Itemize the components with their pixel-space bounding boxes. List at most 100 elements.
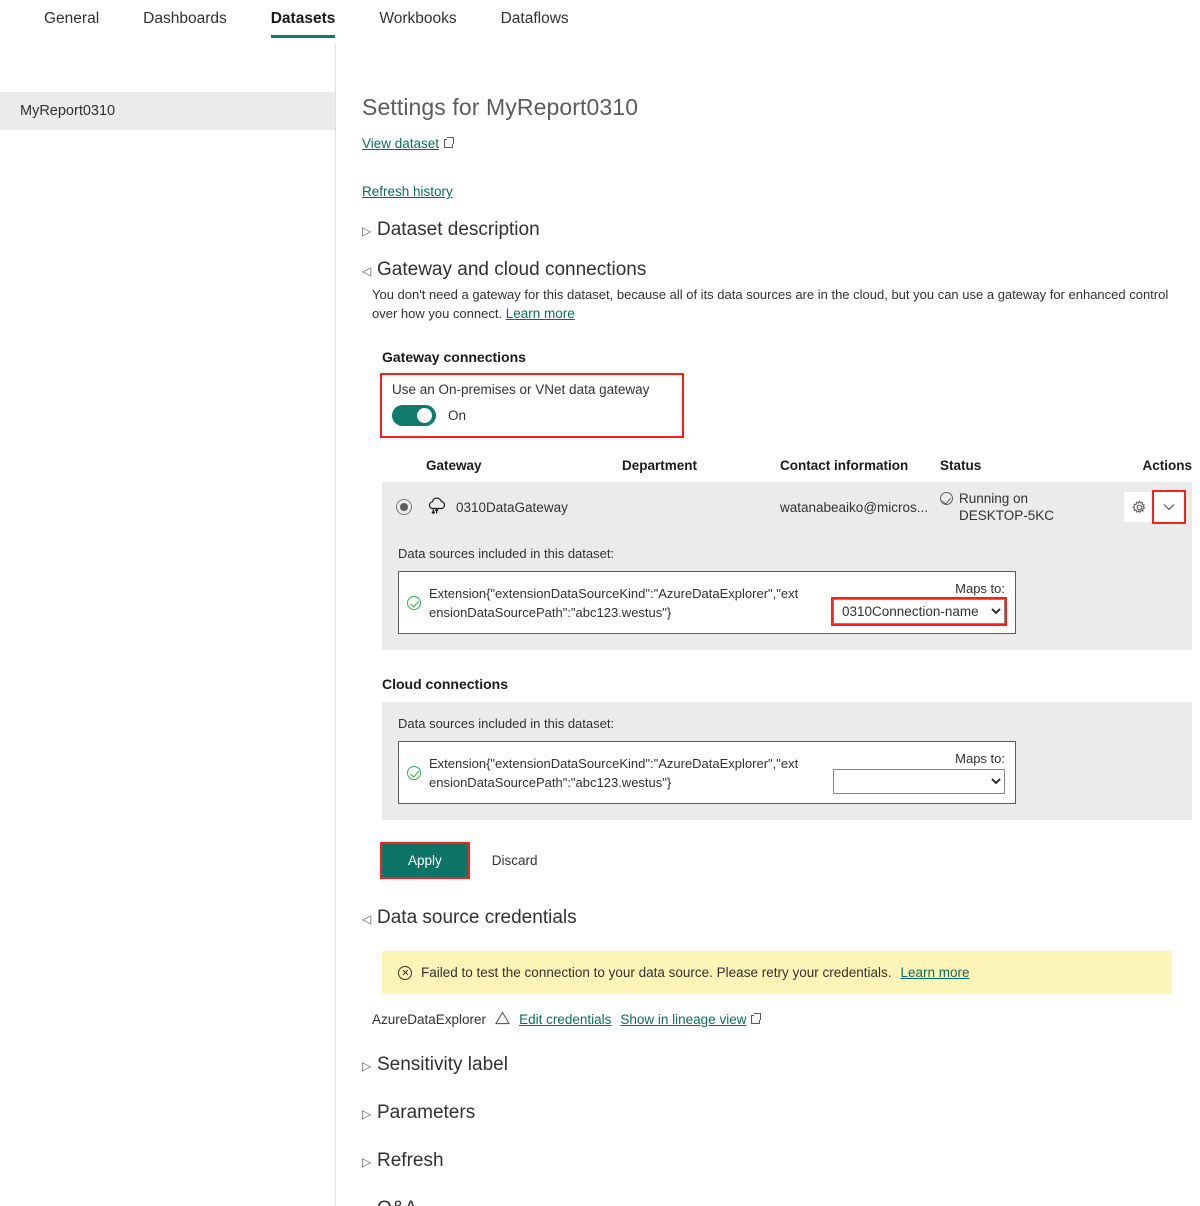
cloud-maps-to-group: Maps to:	[833, 751, 1005, 794]
section-parameters-label: Parameters	[377, 1102, 475, 1124]
section-dataset-description-label: Dataset description	[377, 219, 540, 241]
credentials-warning-text: Failed to test the connection to your da…	[421, 965, 892, 980]
section-data-source-credentials[interactable]: ◁ Data source credentials	[362, 907, 1192, 929]
section-sensitivity-label-text: Sensitivity label	[377, 1054, 508, 1076]
tab-datasets[interactable]: Datasets	[249, 0, 358, 30]
section-refresh-label: Refresh	[377, 1150, 444, 1172]
tab-dataflows-label: Dataflows	[501, 10, 569, 27]
collapsed-sections-list: ▷ Sensitivity label ▷ Parameters ▷ Refre…	[362, 1054, 1192, 1206]
chevron-right-icon: ▷	[362, 225, 374, 237]
action-button-row: Apply Discard	[382, 844, 1192, 877]
check-circle-green-icon	[407, 596, 421, 610]
settings-panel: Settings for MyReport0310 View dataset R…	[336, 44, 1200, 1206]
chevron-down-icon[interactable]	[1154, 492, 1184, 522]
top-tab-bar: General Dashboards Datasets Workbooks Da…	[0, 0, 1200, 44]
chevron-right-icon: ▷	[362, 1156, 374, 1168]
tab-dashboards-label: Dashboards	[143, 10, 227, 27]
chevron-down-icon: ◁	[362, 265, 374, 277]
gateway-toggle-state: On	[448, 408, 466, 423]
gateway-actions-cell	[1100, 492, 1192, 522]
gateway-maps-to-select[interactable]: 0310Connection-name	[833, 599, 1005, 624]
table-row[interactable]: 0310DataGateway watanabeaiko@micros... R…	[382, 482, 1192, 532]
discard-button[interactable]: Discard	[488, 844, 542, 877]
refresh-history-row: Refresh history	[362, 183, 1192, 201]
external-link-icon	[751, 1015, 760, 1024]
gateway-data-sources-label: Data sources included in this dataset:	[398, 546, 1176, 561]
check-circle-green-icon	[407, 766, 421, 780]
tab-workbooks[interactable]: Workbooks	[357, 0, 478, 30]
section-qanda-label: Q&A	[377, 1198, 417, 1206]
section-gateway-and-cloud-label: Gateway and cloud connections	[377, 259, 646, 281]
cloud-data-source-item: Extension{"extensionDataSourceKind":"Azu…	[398, 741, 1016, 804]
gateway-status-label: Running on DESKTOP-5KC	[959, 490, 1100, 524]
view-dataset-link[interactable]: View dataset	[362, 136, 439, 151]
check-circle-icon	[940, 492, 953, 505]
gateway-table: Gateway Department Contact information S…	[382, 458, 1192, 532]
cloud-maps-to-select[interactable]	[833, 769, 1005, 794]
cloud-data-sources-panel: Data sources included in this dataset: E…	[382, 702, 1192, 820]
tab-general[interactable]: General	[22, 0, 121, 30]
credentials-warning-banner: Failed to test the connection to your da…	[382, 951, 1172, 994]
dataset-list-sidebar: MyReport0310	[0, 44, 336, 1206]
cloud-data-sources-label: Data sources included in this dataset:	[398, 716, 1176, 731]
column-header-contact-information: Contact information	[780, 458, 940, 473]
tab-workbooks-label: Workbooks	[379, 10, 456, 27]
edit-credentials-link[interactable]: Edit credentials	[519, 1012, 611, 1027]
section-sensitivity-label[interactable]: ▷ Sensitivity label	[362, 1054, 1192, 1076]
gateway-toggle-label: Use an On-premises or VNet data gateway	[392, 382, 672, 397]
gateway-maps-to-label: Maps to:	[833, 581, 1005, 596]
cloud-maps-to-label: Maps to:	[833, 751, 1005, 766]
tab-general-label: General	[44, 10, 99, 27]
sidebar-item-label: MyReport0310	[20, 103, 115, 119]
gateway-data-sources-panel: Data sources included in this dataset: E…	[382, 532, 1192, 650]
cloud-data-source-text: Extension{"extensionDataSourceKind":"Azu…	[429, 754, 799, 792]
chevron-right-icon: ▷	[362, 1060, 374, 1072]
gateway-toggle-row: On	[392, 405, 672, 426]
gateway-toggle-group: Use an On-premises or VNet data gateway …	[382, 375, 682, 436]
gateway-data-source-text: Extension{"extensionDataSourceKind":"Azu…	[429, 584, 799, 622]
credentials-source-row: AzureDataExplorer Edit credentials Show …	[372, 1011, 1192, 1028]
gateway-toggle-switch[interactable]	[392, 405, 436, 426]
gateway-status-cell: Running on DESKTOP-5KC	[940, 490, 1100, 524]
chevron-right-icon: ▷	[362, 1108, 374, 1120]
gateway-maps-to-group: Maps to: 0310Connection-name	[833, 581, 1005, 624]
header-select-spacer	[382, 458, 426, 473]
section-refresh[interactable]: ▷ Refresh	[362, 1150, 1192, 1172]
refresh-history-link[interactable]: Refresh history	[362, 184, 453, 199]
section-data-source-credentials-label: Data source credentials	[377, 907, 577, 929]
gateway-description-text: You don't need a gateway for this datase…	[372, 287, 1168, 321]
external-link-icon	[444, 139, 453, 148]
warning-triangle-icon	[495, 1011, 510, 1028]
page-title: Settings for MyReport0310	[362, 94, 1192, 121]
cloud-connections-subhead: Cloud connections	[382, 676, 1192, 692]
radio-inner-dot	[400, 503, 408, 511]
credentials-source-name: AzureDataExplorer	[372, 1012, 486, 1027]
gateway-connections-subhead: Gateway connections	[382, 349, 1192, 365]
show-in-lineage-view-link[interactable]: Show in lineage view	[620, 1012, 746, 1027]
gateway-contact-cell: watanabeaiko@micros...	[780, 500, 940, 515]
section-dataset-description[interactable]: ▷ Dataset description	[362, 219, 1192, 241]
column-header-actions: Actions	[1100, 458, 1192, 473]
section-qanda[interactable]: ▷ Q&A	[362, 1198, 1192, 1206]
section-gateway-and-cloud-connections[interactable]: ◁ Gateway and cloud connections	[362, 259, 1192, 281]
gateway-name-label: 0310DataGateway	[456, 500, 568, 515]
gateway-radio-button[interactable]	[396, 499, 412, 515]
gateway-learn-more-link[interactable]: Learn more	[506, 306, 575, 321]
gateway-name-cell: 0310DataGateway	[426, 497, 622, 518]
column-header-department: Department	[622, 458, 780, 473]
gear-icon[interactable]	[1124, 492, 1154, 522]
lineage-link-wrap: Show in lineage view	[620, 1012, 760, 1027]
gateway-row-select-cell	[382, 499, 426, 515]
apply-button[interactable]: Apply	[382, 844, 468, 877]
gateway-section-description: You don't need a gateway for this datase…	[372, 285, 1172, 323]
credentials-learn-more-link[interactable]: Learn more	[901, 965, 970, 980]
gateway-data-source-item: Extension{"extensionDataSourceKind":"Azu…	[398, 571, 1016, 634]
page-shell: MyReport0310 Settings for MyReport0310 V…	[0, 44, 1200, 1206]
tab-dataflows[interactable]: Dataflows	[479, 0, 591, 30]
column-header-gateway: Gateway	[426, 458, 622, 473]
section-parameters[interactable]: ▷ Parameters	[362, 1102, 1192, 1124]
tab-dashboards[interactable]: Dashboards	[121, 0, 249, 30]
column-header-status: Status	[940, 458, 1100, 473]
view-dataset-row: View dataset	[362, 135, 1192, 153]
sidebar-item-myreport0310[interactable]: MyReport0310	[0, 92, 335, 130]
